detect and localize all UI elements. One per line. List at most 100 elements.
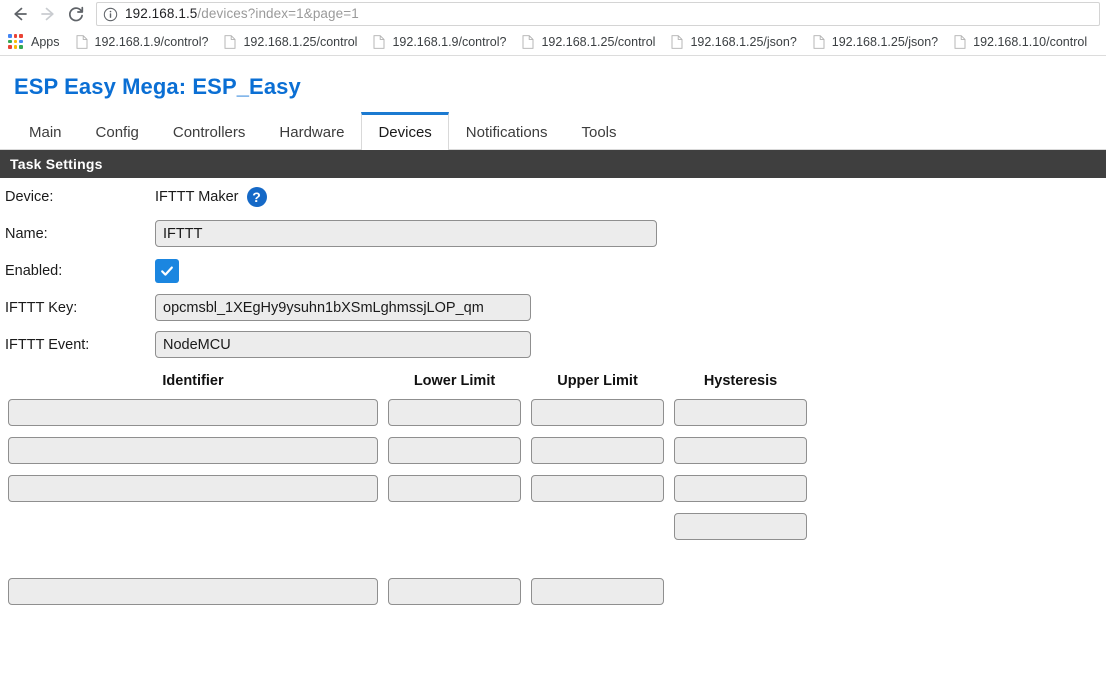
device-label: Device: xyxy=(5,188,54,205)
form-row-ifttt-key: IFTTT Key: xyxy=(0,289,1106,326)
lower-limit-input[interactable] xyxy=(388,577,521,605)
device-value: IFTTT Maker xyxy=(155,188,239,205)
url-text: 192.168.1.5/devices?index=1&page=1 xyxy=(125,7,359,21)
form-row-name: Name: xyxy=(0,215,1106,252)
column-header-lower-limit: Lower Limit xyxy=(413,373,496,389)
tab-config[interactable]: Config xyxy=(79,112,156,149)
apps-label: Apps xyxy=(31,34,60,49)
form-row-device: Device: IFTTT Maker ? xyxy=(0,178,1106,215)
tab-label: Notifications xyxy=(465,123,548,141)
bookmark-label: 192.168.1.9/control? xyxy=(392,34,507,49)
page-file-icon xyxy=(813,34,825,49)
nav-tabs: Main Config Controllers Hardware Devices… xyxy=(0,112,1106,150)
page-file-icon xyxy=(522,34,534,49)
ifttt-key-input[interactable] xyxy=(155,294,531,321)
table-row xyxy=(0,431,1106,469)
identifier-input[interactable] xyxy=(8,398,378,426)
forward-button[interactable] xyxy=(34,1,62,27)
section-header-task-settings: Task Settings xyxy=(0,150,1106,178)
table-row xyxy=(0,469,1106,507)
page-file-icon xyxy=(954,34,966,49)
upper-limit-input[interactable] xyxy=(531,577,664,605)
upper-limit-input[interactable] xyxy=(531,474,664,502)
page-file-icon xyxy=(373,34,385,49)
bookmark-label: 192.168.1.25/control xyxy=(541,34,656,49)
orphan-hysteresis-input[interactable] xyxy=(674,512,807,540)
ifttt-event-input[interactable] xyxy=(155,331,531,358)
bookmark-item[interactable]: 192.168.1.25/json? xyxy=(805,31,946,53)
bookmark-item[interactable]: 192.168.1.25/control xyxy=(514,31,663,53)
bookmark-item[interactable]: 192.168.1.25/control xyxy=(216,31,365,53)
form-row-ifttt-event: IFTTT Event: xyxy=(0,326,1106,363)
checkmark-icon xyxy=(159,263,175,279)
name-label: Name: xyxy=(5,225,48,242)
enabled-checkbox[interactable] xyxy=(155,258,179,283)
apps-grid-icon xyxy=(8,34,23,49)
table-row xyxy=(0,572,1106,610)
info-circle-icon[interactable] xyxy=(103,7,118,22)
bookmark-item[interactable]: 192.168.1.9/control? xyxy=(68,31,217,53)
reload-button[interactable] xyxy=(62,1,90,27)
bookmark-label: 192.168.1.25/json? xyxy=(831,34,939,49)
tab-label: Controllers xyxy=(172,123,246,141)
form-row-enabled: Enabled: xyxy=(0,252,1106,289)
bookmark-item[interactable]: 192.168.1.9/control? xyxy=(365,31,514,53)
tab-tools[interactable]: Tools xyxy=(565,112,634,149)
bookmark-label: 192.168.1.9/control? xyxy=(94,34,209,49)
hysteresis-input[interactable] xyxy=(674,398,807,426)
identifier-input[interactable] xyxy=(8,577,378,605)
hysteresis-input[interactable] xyxy=(674,436,807,464)
page-file-icon xyxy=(224,34,236,49)
bookmark-item[interactable]: 192.168.1.10/control xyxy=(946,31,1095,53)
page-file-icon xyxy=(76,34,88,49)
table-row-orphan-hysteresis xyxy=(0,507,1106,545)
browser-chrome: 192.168.1.5/devices?index=1&page=1 Apps … xyxy=(0,0,1106,56)
name-input[interactable] xyxy=(155,220,657,247)
limits-table: Identifier Lower Limit Upper Limit Hyste… xyxy=(0,369,1106,610)
lower-limit-input[interactable] xyxy=(388,474,521,502)
ifttt-key-label: IFTTT Key: xyxy=(5,299,78,316)
table-row-gap xyxy=(0,545,1106,572)
bookmark-label: 192.168.1.25/json? xyxy=(690,34,797,49)
tab-label: Hardware xyxy=(279,123,345,141)
page-title: ESP Easy Mega: ESP_Easy xyxy=(14,74,301,99)
lower-limit-input[interactable] xyxy=(388,398,521,426)
url-path: /devices?index=1&page=1 xyxy=(197,6,359,22)
bookmark-item[interactable]: 192.168.1.25/json? xyxy=(663,31,804,53)
identifier-input[interactable] xyxy=(8,474,378,502)
bookmark-label: 192.168.1.25/control xyxy=(243,34,358,49)
esp-easy-page: ESP Easy Mega: ESP_Easy Main Config Cont… xyxy=(0,56,1106,610)
back-button[interactable] xyxy=(6,1,34,27)
apps-shortcut[interactable]: Apps xyxy=(4,31,68,53)
address-bar[interactable]: 192.168.1.5/devices?index=1&page=1 xyxy=(96,2,1100,26)
upper-limit-input[interactable] xyxy=(531,436,664,464)
task-settings-form: Device: IFTTT Maker ? Name: Enabled: xyxy=(0,178,1106,610)
page-file-icon xyxy=(671,34,683,49)
column-header-identifier: Identifier xyxy=(162,373,224,389)
browser-toolbar: 192.168.1.5/devices?index=1&page=1 xyxy=(0,0,1106,28)
tab-main[interactable]: Main xyxy=(12,112,79,149)
hysteresis-input[interactable] xyxy=(674,474,807,502)
tab-label: Config xyxy=(95,123,139,141)
lower-limit-input[interactable] xyxy=(388,436,521,464)
bookmarks-bar: Apps 192.168.1.9/control? 192.168.1.25/c… xyxy=(0,28,1106,56)
tab-label: Tools xyxy=(581,123,617,141)
tab-hardware[interactable]: Hardware xyxy=(262,112,361,149)
url-host: 192.168.1.5 xyxy=(125,6,198,22)
column-header-upper-limit: Upper Limit xyxy=(557,373,638,389)
tab-notifications[interactable]: Notifications xyxy=(449,112,565,149)
tab-controllers[interactable]: Controllers xyxy=(156,112,263,149)
limits-table-header: Identifier Lower Limit Upper Limit Hyste… xyxy=(0,369,1106,393)
identifier-input[interactable] xyxy=(8,436,378,464)
ifttt-event-label: IFTTT Event: xyxy=(5,336,90,353)
tab-devices[interactable]: Devices xyxy=(361,112,449,150)
table-row xyxy=(0,393,1106,431)
column-header-hysteresis: Hysteresis xyxy=(703,373,778,389)
enabled-label: Enabled: xyxy=(5,262,63,279)
upper-limit-input[interactable] xyxy=(531,398,664,426)
section-header-label: Task Settings xyxy=(10,156,103,172)
question-mark-icon[interactable]: ? xyxy=(246,186,267,207)
bookmark-label: 192.168.1.10/control xyxy=(973,34,1088,49)
tab-label: Devices xyxy=(378,123,432,141)
tab-label: Main xyxy=(29,123,62,141)
